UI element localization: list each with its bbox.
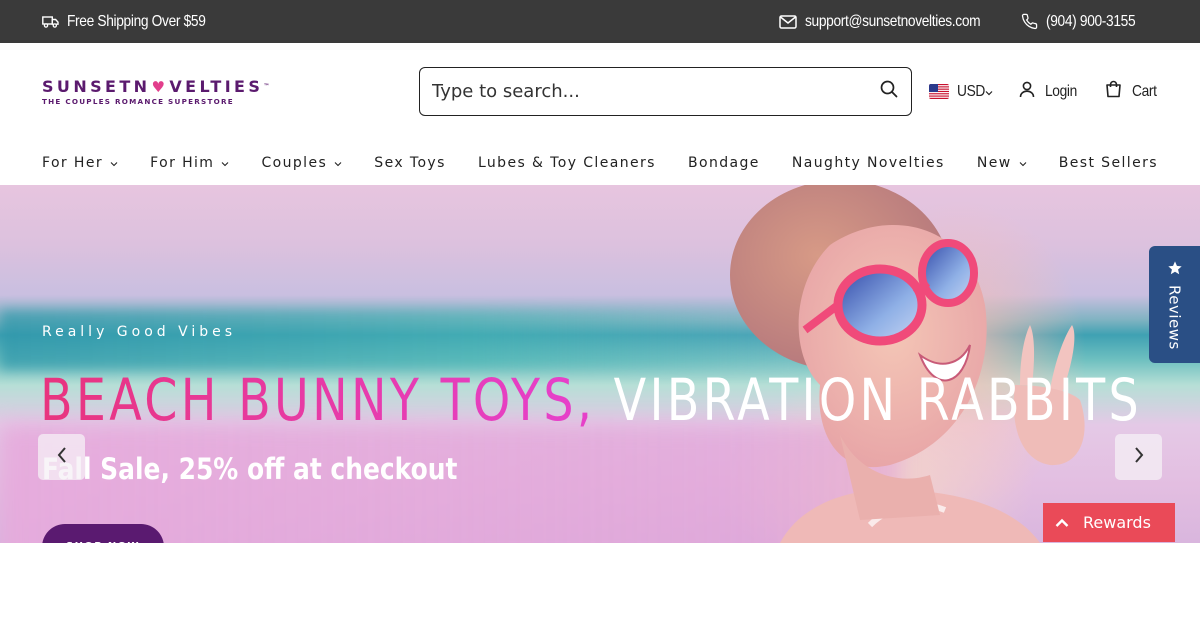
logo-word-part1: SUNSETN: [42, 77, 151, 96]
user-icon: [1019, 81, 1035, 103]
rewards-button[interactable]: Rewards: [1043, 503, 1175, 542]
nav-label: Sex Toys: [374, 154, 446, 171]
hero-headline-rest: VIBRATION RABBITS: [613, 366, 1142, 434]
chevron-right-icon: [1133, 446, 1145, 469]
search-bar: [419, 67, 912, 116]
currency-label: USD: [957, 82, 986, 100]
nav-item-couples[interactable]: Couples: [261, 155, 342, 171]
nav-item-for-her[interactable]: For Her: [42, 155, 118, 171]
currency-selector[interactable]: USD: [929, 83, 993, 101]
reviews-label: Reviews: [1165, 285, 1184, 350]
hero-tagline: Really Good Vibes: [42, 324, 237, 340]
star-icon: [1167, 260, 1183, 281]
nav-item-best-sellers[interactable]: Best Sellers: [1059, 155, 1158, 171]
us-flag-icon: [929, 84, 949, 99]
search-button[interactable]: [867, 68, 911, 115]
hero-headline-highlight: BEACH BUNNY TOYS,: [40, 366, 614, 434]
logo-wordmark: SUNSETN ♥ VELTIES ™: [42, 77, 302, 96]
nav-label: Best Sellers: [1058, 154, 1158, 171]
search-input[interactable]: [420, 68, 867, 115]
shop-now-button[interactable]: SHOP NOW: [42, 524, 164, 543]
nav-label: New: [976, 154, 1012, 171]
shopping-bag-icon: [1105, 80, 1122, 103]
cart-link[interactable]: Cart: [1105, 80, 1158, 103]
main-navigation: For Her For Him Couples Sex Toys Lubes &…: [0, 140, 1200, 185]
mail-icon: [779, 14, 797, 29]
cart-label[interactable]: Cart: [1132, 83, 1157, 101]
hero-banner[interactable]: Really Good Vibes BEACH BUNNY TOYS, VIBR…: [0, 185, 1200, 543]
nav-label: Naughty Novelties: [791, 154, 945, 171]
slider-prev-button[interactable]: [38, 434, 85, 480]
chevron-down-icon: [1019, 155, 1027, 171]
nav-item-bondage[interactable]: Bondage: [688, 155, 760, 171]
nav-label: For Her: [42, 154, 104, 171]
logo-tagline: THE COUPLES ROMANCE SUPERSTORE: [42, 97, 234, 106]
chevron-down-icon: [334, 155, 342, 171]
nav-item-naughty-novelties[interactable]: Naughty Novelties: [792, 155, 945, 171]
nav-label: Couples: [261, 154, 328, 171]
nav-item-lubes-toy-cleaners[interactable]: Lubes & Toy Cleaners: [478, 155, 656, 171]
free-shipping-notice: Free Shipping Over $59: [42, 0, 228, 43]
slider-next-button[interactable]: [1115, 434, 1162, 480]
chevron-left-icon: [56, 446, 68, 469]
reviews-tab[interactable]: Reviews: [1149, 246, 1200, 363]
phone-link[interactable]: (904) 900-3155: [1021, 13, 1158, 31]
nav-label: For Him: [150, 154, 215, 171]
chevron-up-icon: [1055, 513, 1069, 532]
truck-icon: [42, 15, 59, 28]
login-label[interactable]: Login: [1045, 83, 1077, 101]
free-shipping-text: Free Shipping Over $59: [67, 12, 206, 30]
announcement-bar: Free Shipping Over $59 support@sunsetnov…: [0, 0, 1200, 43]
email-text[interactable]: support@sunsetnovelties.com: [805, 13, 981, 31]
search-icon: [880, 80, 898, 103]
site-header: SUNSETN ♥ VELTIES ™ THE COUPLES ROMANCE SUP…: [0, 43, 1200, 140]
chevron-down-icon: [221, 155, 229, 171]
heart-icon: ♥: [151, 77, 169, 96]
phone-icon: [1021, 13, 1038, 30]
chevron-down-icon: [985, 83, 993, 101]
rewards-label: Rewards: [1083, 513, 1151, 532]
nav-label: Bondage: [687, 154, 760, 171]
phone-text[interactable]: (904) 900-3155: [1046, 13, 1142, 31]
nav-item-sex-toys[interactable]: Sex Toys: [374, 155, 446, 171]
nav-item-for-him[interactable]: For Him: [150, 155, 229, 171]
nav-item-new[interactable]: New: [977, 155, 1027, 171]
trademark-symbol: ™: [263, 83, 270, 90]
site-logo[interactable]: SUNSETN ♥ VELTIES ™ THE COUPLES ROMANCE SUP…: [42, 77, 302, 117]
hero-headline: BEACH BUNNY TOYS, VIBRATION RABBITS: [40, 361, 1142, 439]
nav-label: Lubes & Toy Cleaners: [477, 154, 656, 171]
logo-word-part2: VELTIES: [169, 77, 264, 96]
hero-subheadline: Fall Sale, 25% off at checkout: [42, 452, 458, 486]
chevron-down-icon: [110, 155, 118, 171]
login-link[interactable]: Login: [1019, 81, 1077, 103]
email-link[interactable]: support@sunsetnovelties.com: [779, 13, 995, 31]
